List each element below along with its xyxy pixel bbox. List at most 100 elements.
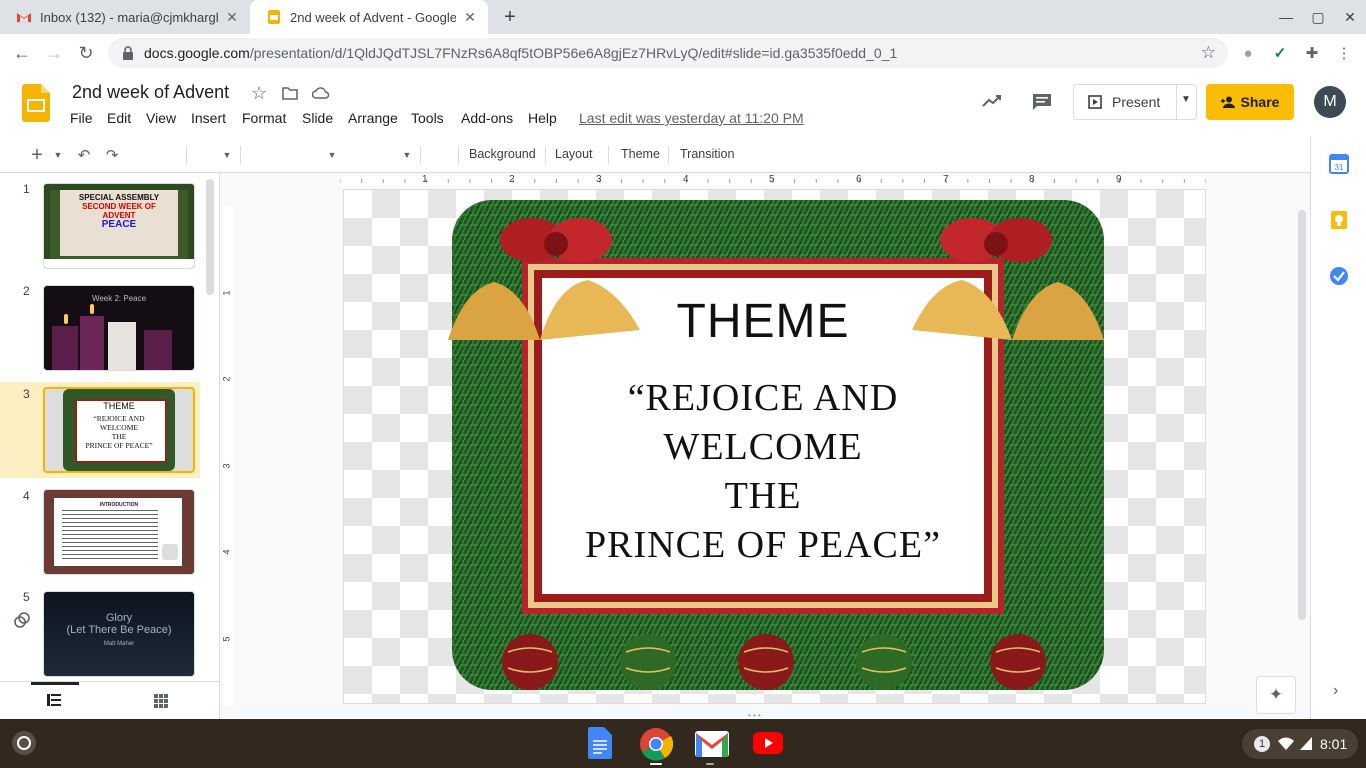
undo-icon[interactable]: ↶ xyxy=(74,144,94,166)
chrome-icon[interactable] xyxy=(639,727,673,761)
back-icon[interactable]: ← xyxy=(8,39,36,67)
extension-icon[interactable]: ● xyxy=(1238,43,1258,63)
clock-time[interactable]: 8:01 xyxy=(1320,736,1347,752)
puzzle-icon[interactable]: ✚ xyxy=(1302,43,1322,63)
new-tab-button[interactable]: + xyxy=(498,5,522,29)
check-icon[interactable]: ✓ xyxy=(1270,43,1290,63)
slide-number: 5 xyxy=(23,590,30,604)
share-button[interactable]: Share xyxy=(1206,84,1294,120)
person-add-icon xyxy=(1220,96,1235,108)
youtube-icon[interactable] xyxy=(753,732,783,754)
thumb1-line1: SPECIAL ASSEMBLY xyxy=(78,193,160,202)
slide-number: 2 xyxy=(23,284,30,298)
current-slide[interactable]: THEME “REJOICE AND WELCOME THE PRINCE OF… xyxy=(343,189,1206,704)
move-folder-icon[interactable] xyxy=(282,86,298,100)
slide-heading[interactable]: THEME xyxy=(542,294,984,349)
menu-file[interactable]: File xyxy=(70,110,93,126)
slide-thumbnail-1[interactable]: SPECIAL ASSEMBLY SECOND WEEK OF ADVENT P… xyxy=(43,183,195,269)
thumb3-heading: THEME xyxy=(103,401,135,411)
minimize-icon[interactable]: — xyxy=(1270,0,1302,34)
present-label: Present xyxy=(1112,94,1161,110)
line-dropdown-icon[interactable]: ▼ xyxy=(401,144,413,166)
forward-icon[interactable]: → xyxy=(40,39,68,67)
slide-body[interactable]: “REJOICE AND WELCOME THE PRINCE OF PEACE… xyxy=(542,374,984,570)
slide-thumbnail-4[interactable]: INTRODUCTION xyxy=(43,489,195,575)
ruler-tick-label: 1 xyxy=(221,290,232,296)
expand-panel-icon[interactable]: › xyxy=(1333,682,1338,700)
close-tab-icon[interactable]: ✕ xyxy=(224,9,240,26)
star-icon[interactable]: ☆ xyxy=(251,83,267,104)
menu-format[interactable]: Format xyxy=(242,110,286,126)
slide-line-3: THE xyxy=(724,475,802,517)
layout-button[interactable]: Layout xyxy=(555,147,593,161)
menu-help[interactable]: Help xyxy=(528,110,557,126)
tasks-icon[interactable] xyxy=(1329,266,1349,286)
comments-icon[interactable] xyxy=(1032,93,1052,111)
menu-addons[interactable]: Add-ons xyxy=(461,110,513,126)
launcher-icon[interactable] xyxy=(12,731,36,755)
maximize-icon[interactable]: ▢ xyxy=(1302,0,1334,34)
slide-thumbnail-5[interactable]: Glory (Let There Be Peace) Matt Maher xyxy=(43,591,195,677)
slide-line-4: PRINCE OF PEACE” xyxy=(585,524,941,566)
close-window-icon[interactable]: ✕ xyxy=(1334,0,1366,34)
address-bar[interactable]: docs.google.com/presentation/d/1QldJQdTJ… xyxy=(108,38,1228,68)
active-view-indicator xyxy=(31,682,79,685)
keep-icon[interactable] xyxy=(1329,210,1349,230)
browser-toolbar: ← → ↻ docs.google.com/presentation/d/1Ql… xyxy=(0,34,1366,73)
slide-thumbnail-2[interactable]: Week 2: Peace xyxy=(43,285,195,371)
document-title[interactable]: 2nd week of Advent xyxy=(72,82,229,103)
slide-thumbnail-3[interactable]: THEME “REJOICE AND WELCOME THE PRINCE OF… xyxy=(43,387,195,473)
canvas-scrollbar[interactable] xyxy=(1298,210,1306,620)
redo-icon[interactable]: ↷ xyxy=(102,144,122,166)
reload-icon[interactable]: ↻ xyxy=(72,39,100,67)
menu-view[interactable]: View xyxy=(146,110,176,126)
explore-icon[interactable] xyxy=(13,611,31,629)
vertical-ruler[interactable]: 1 2 3 4 5 xyxy=(221,206,234,706)
menu-edit[interactable]: Edit xyxy=(107,110,131,126)
background-button[interactable]: Background xyxy=(469,147,536,161)
docs-icon[interactable] xyxy=(588,727,612,759)
signal-icon[interactable] xyxy=(1300,737,1312,750)
menu-slide[interactable]: Slide xyxy=(302,110,333,126)
last-edit-link[interactable]: Last edit was yesterday at 11:20 PM xyxy=(579,110,804,126)
cloud-status-icon[interactable] xyxy=(312,87,330,99)
new-slide-dropdown-icon[interactable]: ▼ xyxy=(50,144,66,166)
grid-view-icon[interactable] xyxy=(154,694,168,708)
bookmark-star-icon[interactable]: ☆ xyxy=(1201,43,1216,63)
tab-slides[interactable]: 2nd week of Advent - Google Slid ✕ xyxy=(250,0,488,34)
calendar-icon[interactable]: 31 xyxy=(1329,154,1349,174)
side-panel: 31 › xyxy=(1310,136,1366,719)
menu-arrange[interactable]: Arrange xyxy=(348,110,398,126)
ruler-tick-label: 7 xyxy=(943,174,949,185)
new-slide-icon[interactable]: + xyxy=(26,144,48,166)
wifi-icon[interactable] xyxy=(1278,737,1294,750)
filmstrip-view-icon[interactable] xyxy=(47,694,61,706)
notification-count-badge[interactable]: 1 xyxy=(1254,736,1270,752)
tab-gmail[interactable]: Inbox (132) - maria@cjmkhargh ✕ xyxy=(0,0,250,34)
theme-button[interactable]: Theme xyxy=(621,147,660,161)
ruler-tick-label: 5 xyxy=(221,636,232,642)
present-button[interactable]: Present ▼ xyxy=(1073,84,1197,120)
menu-tools[interactable]: Tools xyxy=(411,110,444,126)
thumb5-line3: Matt Maher xyxy=(103,641,135,647)
close-tab-icon[interactable]: ✕ xyxy=(462,9,478,26)
gmail-icon[interactable] xyxy=(695,731,729,757)
activity-trend-icon[interactable] xyxy=(982,94,1002,108)
editing-toolbar: + ▼ ↶ ↷ ▼ ▼ ▼ Background Layout ▼ Theme … xyxy=(0,138,1310,306)
image-dropdown-icon[interactable]: ▼ xyxy=(326,144,338,166)
more-icon[interactable]: ⋮ xyxy=(1334,43,1354,63)
explore-assistant-icon[interactable]: ✦ xyxy=(1256,676,1296,714)
avatar[interactable]: M xyxy=(1314,86,1346,118)
menu-insert[interactable]: Insert xyxy=(191,110,226,126)
chrome-running-indicator xyxy=(650,763,662,765)
slides-logo-icon[interactable] xyxy=(22,84,50,122)
filmstrip-scrollbar[interactable] xyxy=(206,179,214,295)
present-dropdown-icon[interactable]: ▼ xyxy=(1181,94,1191,105)
zoom-dropdown-icon[interactable]: ▼ xyxy=(220,144,234,166)
ruler-tick-label: 4 xyxy=(221,549,232,555)
thumb2-title: Week 2: Peace xyxy=(91,294,147,303)
horizontal-ruler[interactable]: 1 2 3 4 5 6 7 8 9 xyxy=(340,174,1206,186)
thumb5-line1: Glory xyxy=(105,612,133,624)
transition-button[interactable]: Transition xyxy=(680,147,734,161)
slides-icon xyxy=(268,10,280,24)
